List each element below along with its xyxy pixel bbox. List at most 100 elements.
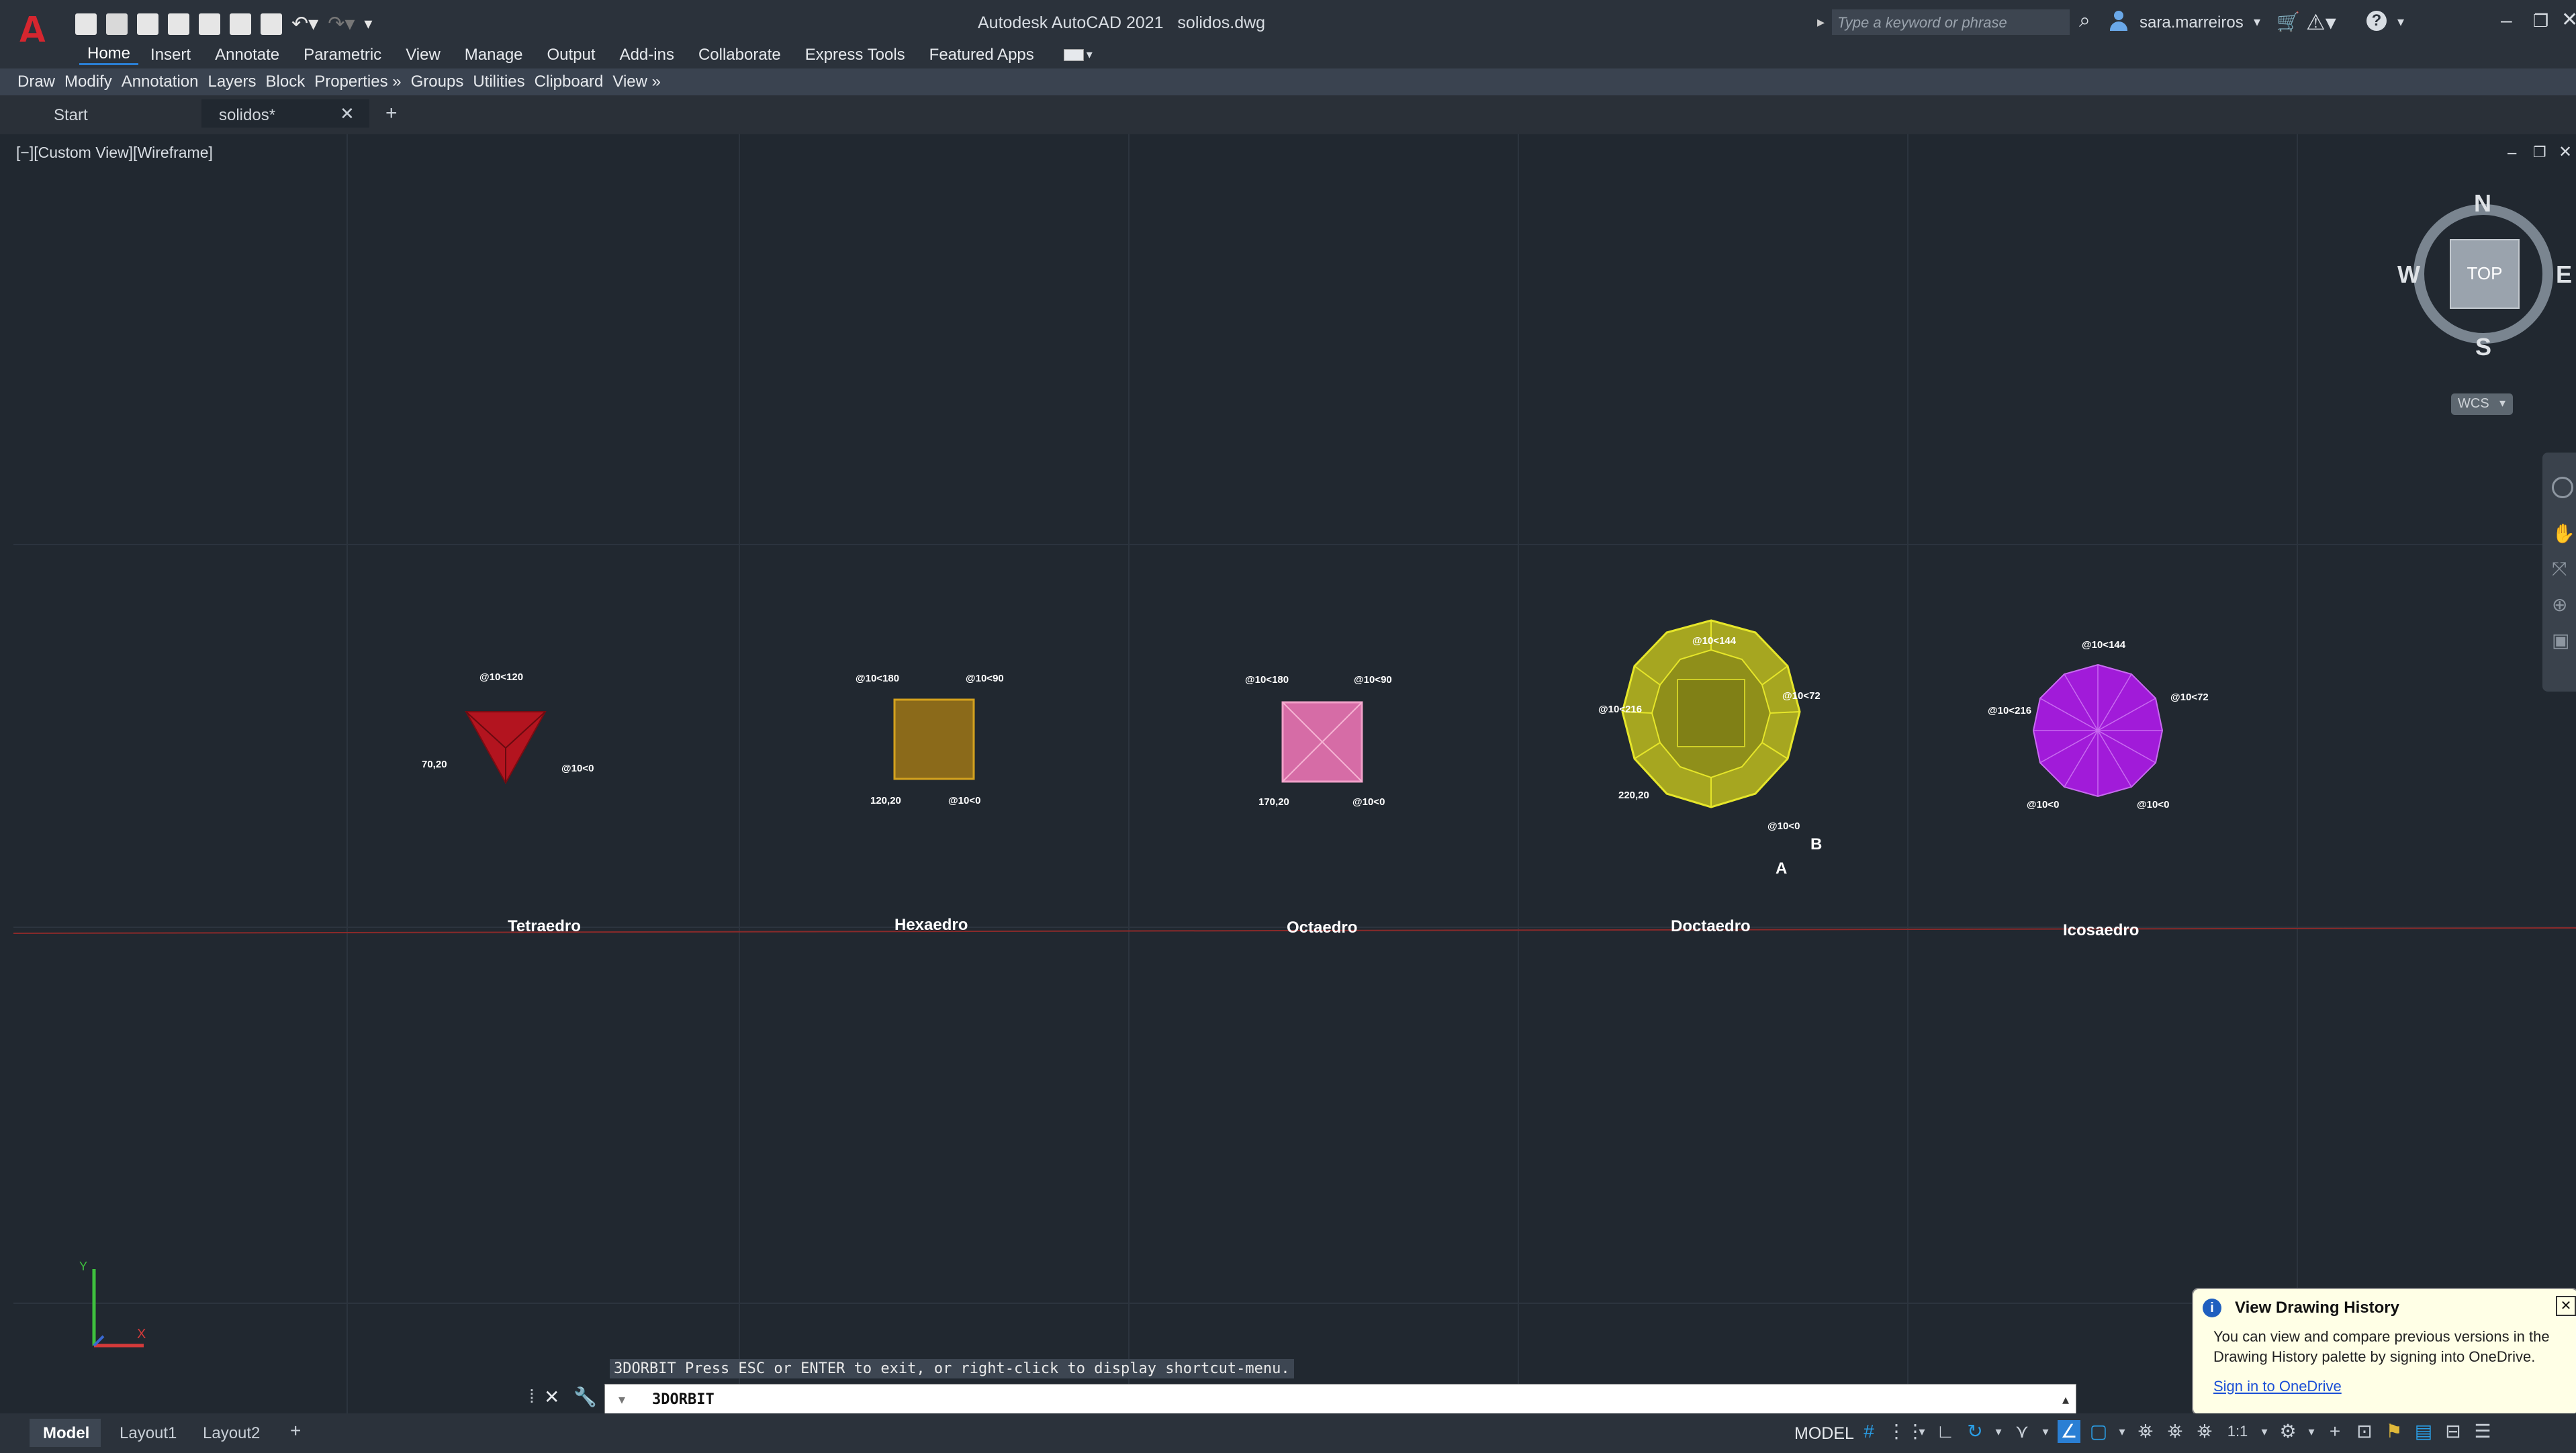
ribbon-toggle-dropdown-icon[interactable]: ▾ (1087, 48, 1093, 62)
new-tab-icon[interactable]: + (385, 102, 398, 125)
object-snap-icon[interactable]: ▢ (2087, 1420, 2110, 1443)
viewport-restore-icon[interactable]: ❐ (2533, 144, 2546, 161)
quick-properties-icon[interactable]: ⚑ (2383, 1420, 2405, 1443)
layout-tab-layout2[interactable]: Layout2 (203, 1424, 260, 1443)
tab-insert[interactable]: Insert (138, 46, 203, 64)
restore-icon[interactable]: ❐ (2533, 11, 2548, 32)
icosahedron-solid[interactable] (2031, 662, 2165, 799)
ribbon-toggle-icon[interactable] (1063, 48, 1084, 61)
save-web-icon[interactable] (230, 13, 251, 35)
search-input[interactable]: Type a keyword or phrase (1832, 9, 2070, 35)
tab-parametric[interactable]: Parametric (291, 46, 394, 64)
viewport-label[interactable]: [−][Custom View][Wireframe] (16, 144, 213, 162)
polar-tracking-icon[interactable]: ↻ (1964, 1420, 1986, 1443)
snap-dropdown-icon[interactable]: ▾ (1917, 1420, 1927, 1443)
command-close-icon[interactable]: ✕ (544, 1386, 559, 1408)
workspace-dropdown-icon[interactable]: ▾ (2306, 1420, 2317, 1443)
user-name[interactable]: sara.marreiros (2140, 13, 2244, 32)
annotation-monitor-icon[interactable]: + (2324, 1420, 2346, 1443)
isodraft-dropdown-icon[interactable]: ▾ (2040, 1420, 2051, 1443)
tab-featured-apps[interactable]: Featured Apps (917, 46, 1046, 64)
save-as-icon[interactable] (168, 13, 189, 35)
zoom-icon[interactable]: ⤧ (2552, 558, 2576, 580)
command-expand-icon[interactable]: ▴ (2062, 1391, 2069, 1408)
annotation-scale-value[interactable]: 1:1 (2223, 1420, 2252, 1443)
tab-output[interactable]: Output (535, 46, 608, 64)
tab-add-ins[interactable]: Add-ins (608, 46, 686, 64)
command-grip-icon[interactable]: ⁞ (529, 1386, 535, 1407)
tab-home[interactable]: Home (79, 44, 139, 65)
drawing-canvas[interactable]: [−][Custom View][Wireframe] – ❐ ✕ TOP N … (13, 134, 2576, 1413)
drawing-history-icon[interactable]: ▤ (2412, 1420, 2435, 1443)
compass-s-label[interactable]: S (2475, 333, 2491, 361)
pan-icon[interactable]: ✋ (2552, 522, 2576, 545)
viewcube[interactable]: TOP N S W E WCS ▾ (2395, 185, 2576, 427)
open-file-icon[interactable] (106, 13, 128, 35)
minimize-icon[interactable]: – (2501, 9, 2512, 32)
viewport-close-icon[interactable]: ✕ (2559, 142, 2572, 162)
compass-n-label[interactable]: N (2474, 189, 2491, 218)
workspace-gear-icon[interactable]: ⚙ (2276, 1420, 2299, 1443)
ucs-icon[interactable] (67, 1262, 148, 1356)
compass-e-label[interactable]: E (2556, 261, 2572, 289)
tab-solidos[interactable]: solidos* ✕ (201, 99, 369, 128)
customization-menu-icon[interactable]: ☰ (2471, 1420, 2494, 1443)
osnap-dropdown-icon[interactable]: ▾ (2117, 1420, 2127, 1443)
viewcube-top-face[interactable]: TOP (2450, 239, 2520, 309)
orbit-icon[interactable]: ⊕ (2552, 594, 2576, 616)
user-dropdown-icon[interactable]: ▾ (2254, 13, 2260, 30)
panel-modify[interactable]: Modify (64, 73, 112, 91)
units-icon[interactable]: ⊡ (2353, 1420, 2376, 1443)
tab-manage[interactable]: Manage (453, 46, 535, 64)
panel-layers[interactable]: Layers (208, 73, 256, 91)
polar-dropdown-icon[interactable]: ▾ (1993, 1420, 2004, 1443)
help-dropdown-icon[interactable]: ▾ (2397, 13, 2404, 30)
layout-tab-model[interactable]: Model (30, 1419, 101, 1447)
command-input[interactable]: ▾ 3DORBIT ▴ (604, 1384, 2076, 1417)
panel-properties[interactable]: Properties » (314, 73, 401, 91)
showmotion-icon[interactable]: ▣ (2552, 629, 2576, 651)
tooltip-close-icon[interactable]: ✕ (2556, 1296, 2576, 1316)
close-icon[interactable]: ✕ (2561, 8, 2576, 32)
search-expand-icon[interactable]: ▸ (1817, 13, 1825, 31)
viewport-minimize-icon[interactable]: – (2508, 144, 2516, 162)
close-tab-icon[interactable]: ✕ (340, 103, 355, 124)
panel-groups[interactable]: Groups (411, 73, 464, 91)
navigation-bar[interactable]: ✋ ⤧ ⊕ ▣ (2542, 453, 2576, 692)
command-history-icon[interactable]: ▾ (618, 1391, 625, 1408)
plot-icon[interactable] (261, 13, 282, 35)
auto-scale-icon[interactable]: ⛯ (2164, 1420, 2187, 1443)
panel-view[interactable]: View » (612, 73, 661, 91)
clean-screen-icon[interactable]: ⊟ (2442, 1420, 2465, 1443)
add-layout-icon[interactable]: + (290, 1420, 301, 1442)
annotation-scale-icon[interactable]: ⛯ (2193, 1420, 2216, 1443)
layout-tab-layout1[interactable]: Layout1 (120, 1424, 177, 1443)
dodecahedron-solid[interactable] (1604, 618, 1819, 839)
tab-express-tools[interactable]: Express Tools (793, 46, 917, 64)
compass-w-label[interactable]: W (2397, 261, 2420, 289)
help-icon[interactable]: ? (2366, 11, 2387, 31)
tab-collaborate[interactable]: Collaborate (686, 46, 793, 64)
wcs-menu[interactable]: WCS ▾ (2451, 393, 2513, 415)
open-web-icon[interactable] (199, 13, 220, 35)
save-icon[interactable] (137, 13, 158, 35)
object-snap-tracking-icon[interactable]: ∠ (2058, 1420, 2080, 1443)
panel-utilities[interactable]: Utilities (473, 73, 524, 91)
tetrahedron-solid[interactable] (462, 708, 549, 788)
new-file-icon[interactable] (75, 13, 97, 35)
user-icon[interactable] (2109, 9, 2129, 34)
undo-icon[interactable]: ↶▾ (291, 12, 318, 36)
steering-wheel-icon[interactable] (2552, 477, 2573, 498)
cart-icon[interactable]: 🛒 (2276, 11, 2300, 33)
isodraft-icon[interactable]: ⋎ (2011, 1420, 2033, 1443)
tab-view[interactable]: View (394, 46, 453, 64)
annotation-visibility-icon[interactable]: ⛯ (2134, 1420, 2157, 1443)
tab-annotate[interactable]: Annotate (203, 46, 291, 64)
search-icon[interactable]: ⌕ (2079, 9, 2090, 32)
redo-icon[interactable]: ↷▾ (328, 12, 355, 36)
grid-icon[interactable]: # (1857, 1420, 1880, 1443)
panel-draw[interactable]: Draw (17, 73, 55, 91)
autodesk-a360-icon[interactable]: ⚠▾ (2306, 9, 2336, 35)
panel-annotation[interactable]: Annotation (122, 73, 199, 91)
qat-customize-icon[interactable]: ▾ (364, 14, 372, 34)
